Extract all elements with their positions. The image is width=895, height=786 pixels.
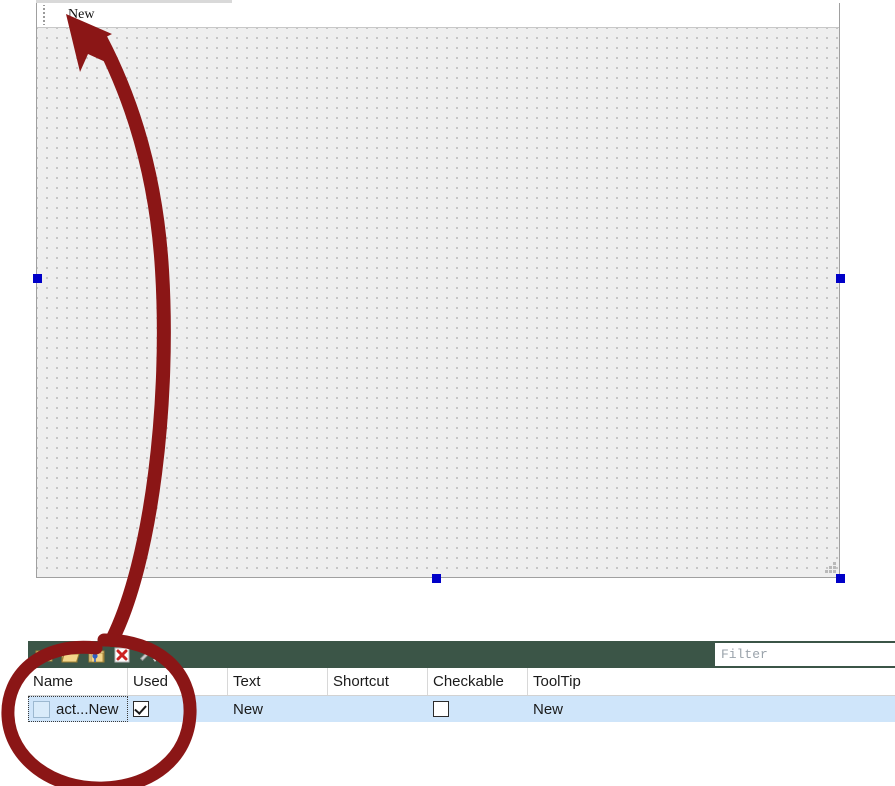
column-header-tooltip[interactable]: ToolTip bbox=[528, 668, 795, 695]
cell-checkable[interactable] bbox=[428, 696, 528, 722]
menu-item-new[interactable]: New bbox=[60, 5, 102, 25]
cell-name[interactable]: act...New bbox=[28, 696, 128, 722]
toolbar-button-group bbox=[28, 643, 160, 667]
form-canvas-grid[interactable] bbox=[37, 28, 839, 577]
handle-bottom-right[interactable] bbox=[836, 574, 845, 583]
used-checkbox[interactable] bbox=[133, 701, 149, 717]
action-editor-panel: Name Used Text Shortcut Checkable ToolTi… bbox=[0, 641, 895, 786]
column-header-shortcut[interactable]: Shortcut bbox=[328, 668, 428, 695]
action-editor-toolbar bbox=[28, 641, 895, 668]
form-designer-area[interactable]: New bbox=[0, 0, 895, 600]
delete-action-button[interactable] bbox=[110, 643, 134, 667]
edit-action-button[interactable] bbox=[84, 643, 108, 667]
action-table-header: Name Used Text Shortcut Checkable ToolTi… bbox=[28, 668, 895, 696]
filter-input[interactable] bbox=[716, 646, 895, 663]
open-action-button[interactable] bbox=[58, 643, 82, 667]
cell-used[interactable] bbox=[128, 696, 228, 722]
designed-form-widget[interactable]: New bbox=[36, 3, 840, 578]
checkable-checkbox[interactable] bbox=[433, 701, 449, 717]
view-options-button[interactable] bbox=[136, 643, 160, 667]
folder-open-icon bbox=[61, 649, 80, 662]
action-table: Name Used Text Shortcut Checkable ToolTi… bbox=[28, 668, 895, 786]
cell-tooltip[interactable]: New bbox=[528, 696, 795, 722]
screenshot-root: New Filter Name Used Text Shortcut Check… bbox=[0, 0, 895, 786]
cell-shortcut[interactable] bbox=[328, 696, 428, 722]
folder-edit-icon bbox=[88, 648, 105, 662]
filter-field-wrapper[interactable] bbox=[715, 643, 895, 666]
menubar-grip[interactable] bbox=[39, 4, 48, 26]
handle-middle-left[interactable] bbox=[33, 274, 42, 283]
column-header-checkable[interactable]: Checkable bbox=[428, 668, 528, 695]
column-header-text[interactable]: Text bbox=[228, 668, 328, 695]
action-item-icon bbox=[33, 700, 50, 718]
handle-bottom-center[interactable] bbox=[432, 574, 441, 583]
new-action-button[interactable] bbox=[32, 643, 56, 667]
column-header-used[interactable]: Used bbox=[128, 668, 228, 695]
cell-name-text: act...New bbox=[56, 700, 119, 718]
wrench-dropdown-icon bbox=[140, 646, 157, 662]
red-x-icon bbox=[114, 647, 130, 662]
folder-new-icon bbox=[35, 650, 53, 661]
form-menubar[interactable]: New bbox=[37, 3, 839, 28]
column-header-name[interactable]: Name bbox=[28, 668, 128, 695]
handle-middle-right[interactable] bbox=[836, 274, 845, 283]
cell-text[interactable]: New bbox=[228, 696, 328, 722]
table-row[interactable]: act...New New New bbox=[28, 696, 895, 722]
